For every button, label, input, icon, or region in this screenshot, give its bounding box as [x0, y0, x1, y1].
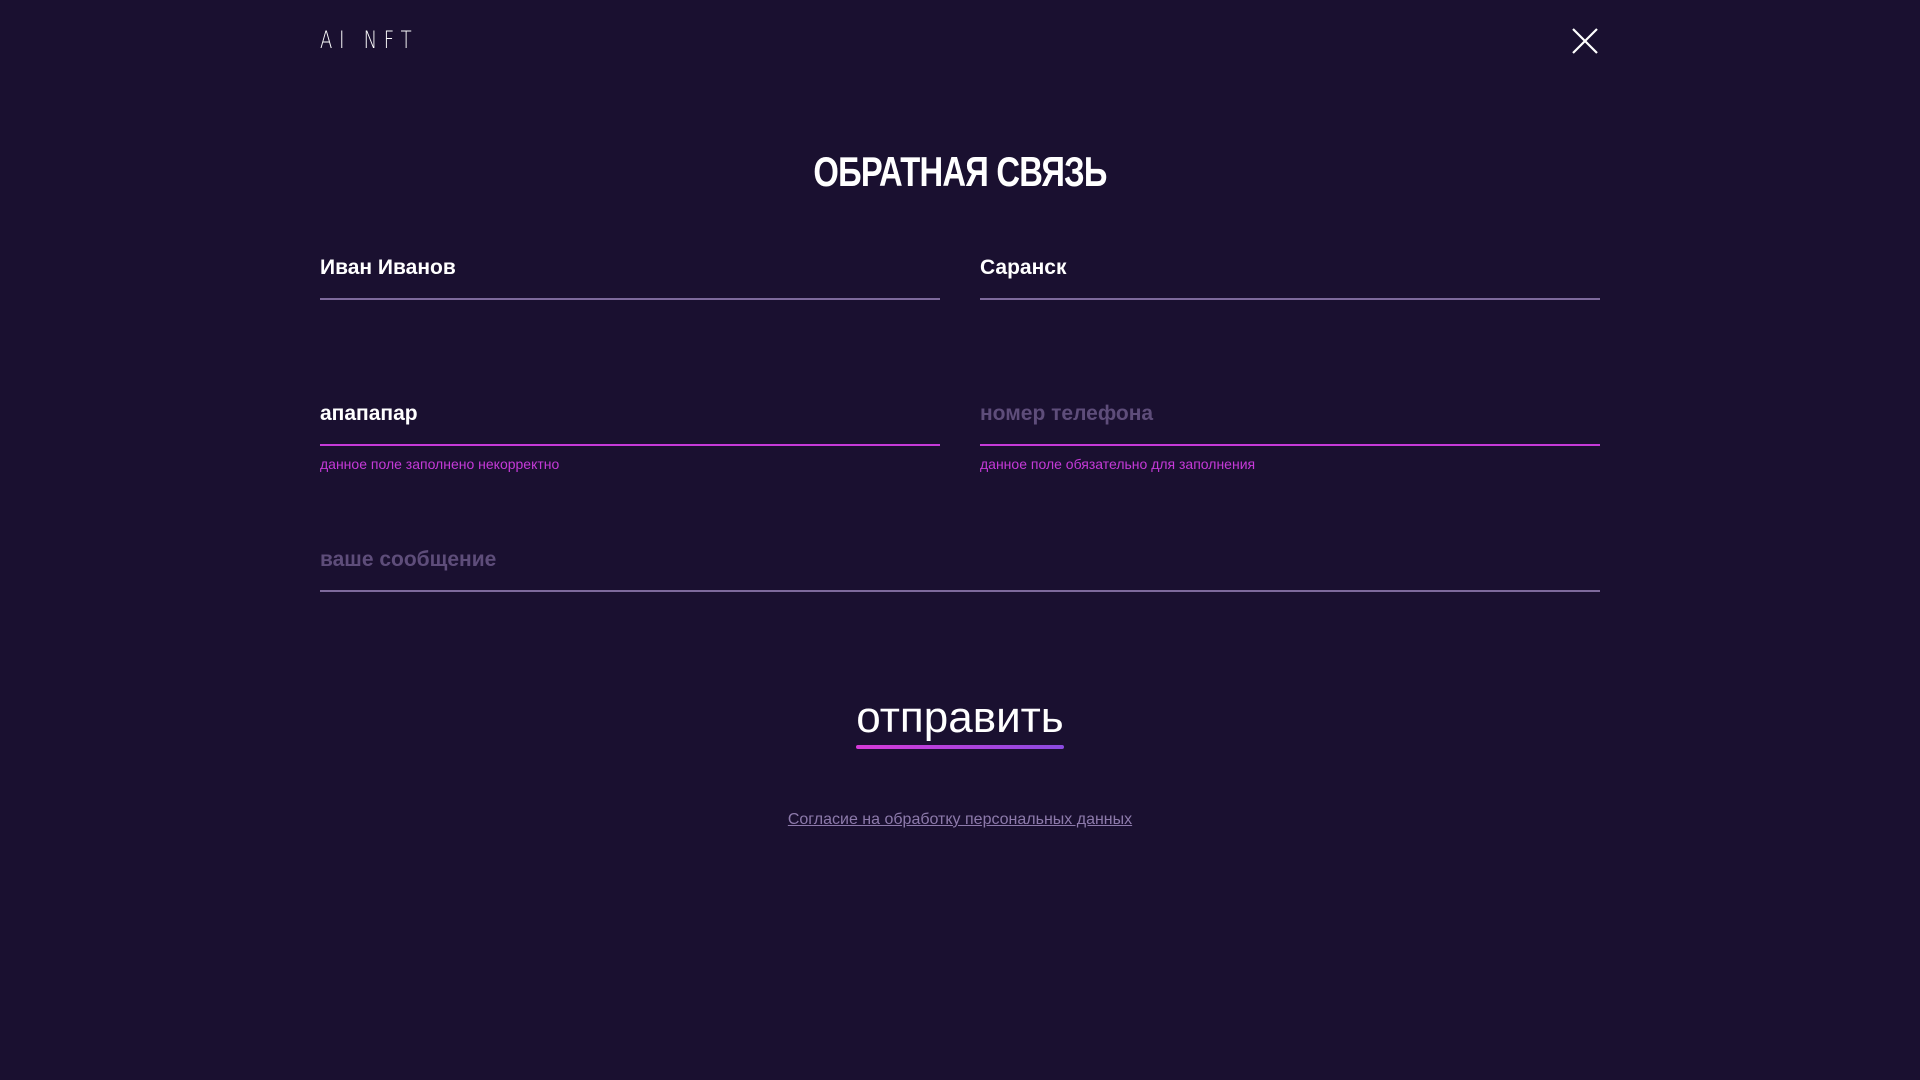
email-input[interactable] — [320, 402, 940, 446]
city-field-group — [980, 256, 1600, 300]
page-title: ОБРАТНАЯ СВЯЗЬ — [813, 148, 1107, 195]
consent-link[interactable]: Согласие на обработку персональных данны… — [788, 811, 1132, 828]
close-button[interactable] — [1570, 26, 1600, 56]
submit-area: отправить — [0, 693, 1920, 751]
phone-error-message: данное поле обязательно для заполнения — [980, 456, 1256, 472]
phone-input[interactable] — [980, 402, 1600, 446]
submit-button[interactable]: отправить — [856, 693, 1064, 751]
email-field-group: данное поле заполнено некорректно — [320, 402, 940, 472]
name-input[interactable] — [320, 256, 940, 300]
city-input[interactable] — [980, 256, 1600, 300]
message-input[interactable] — [320, 548, 1600, 592]
consent-area: Согласие на обработку персональных данны… — [0, 811, 1920, 829]
submit-underline — [856, 745, 1064, 749]
feedback-page: AI NFT ОБРАТНАЯ СВЯЗЬ данное поле заполн… — [0, 0, 1920, 1080]
message-field-group — [320, 548, 1600, 592]
email-error-message: данное поле заполнено некорректно — [320, 456, 560, 472]
submit-button-label: отправить — [856, 693, 1064, 742]
phone-field-group: данное поле обязательно для заполнения — [980, 402, 1600, 472]
close-icon — [1572, 28, 1598, 54]
name-field-group — [320, 256, 940, 300]
logo[interactable]: AI NFT — [320, 26, 418, 54]
